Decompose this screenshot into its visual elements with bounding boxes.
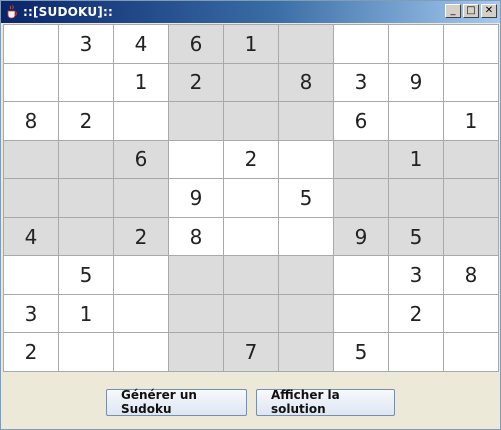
sudoku-cell[interactable]	[224, 63, 279, 103]
sudoku-cell[interactable]: 8	[169, 217, 224, 257]
sudoku-cell[interactable]	[224, 217, 279, 257]
sudoku-cell[interactable]	[169, 256, 224, 295]
sudoku-cell[interactable]	[389, 25, 444, 64]
sudoku-cell[interactable]	[279, 256, 334, 295]
sudoku-cell[interactable]: 5	[334, 333, 389, 372]
sudoku-cell[interactable]: 6	[334, 102, 389, 141]
sudoku-cell[interactable]	[444, 140, 499, 180]
sudoku-cell[interactable]: 1	[389, 140, 444, 180]
sudoku-cell[interactable]: 3	[389, 256, 444, 295]
sudoku-cell[interactable]	[169, 294, 224, 334]
sudoku-cell[interactable]: 7	[224, 333, 279, 372]
sudoku-cell[interactable]: 5	[59, 256, 114, 295]
sudoku-cell[interactable]	[4, 63, 59, 103]
sudoku-cell[interactable]: 9	[389, 63, 444, 103]
sudoku-cell[interactable]	[444, 25, 499, 64]
sudoku-cell[interactable]: 9	[334, 217, 389, 257]
sudoku-cell[interactable]	[114, 256, 169, 295]
sudoku-cell[interactable]	[389, 102, 444, 141]
sudoku-cell[interactable]	[4, 256, 59, 295]
title-bar[interactable]: ::[SUDOKU]:: _ □ ✕	[1, 1, 500, 23]
window-controls: _ □ ✕	[445, 4, 497, 18]
sudoku-cell[interactable]	[279, 333, 334, 372]
sudoku-cell[interactable]	[334, 179, 389, 218]
sudoku-cell[interactable]	[169, 140, 224, 180]
sudoku-cell[interactable]: 5	[389, 217, 444, 257]
sudoku-cell[interactable]: 5	[279, 179, 334, 218]
sudoku-cell[interactable]: 3	[59, 25, 114, 64]
sudoku-cell[interactable]	[444, 179, 499, 218]
sudoku-cell[interactable]: 2	[4, 333, 59, 372]
sudoku-cell[interactable]: 3	[4, 294, 59, 334]
sudoku-cell[interactable]: 6	[169, 25, 224, 64]
minimize-button[interactable]: _	[445, 4, 461, 18]
sudoku-cell[interactable]	[169, 102, 224, 141]
sudoku-cell[interactable]	[59, 63, 114, 103]
sudoku-cell[interactable]	[444, 294, 499, 334]
show-solution-button[interactable]: Afficher la solution	[256, 388, 395, 416]
sudoku-cell[interactable]	[224, 179, 279, 218]
sudoku-cell[interactable]: 2	[114, 217, 169, 257]
sudoku-cell[interactable]: 8	[279, 63, 334, 103]
sudoku-cell[interactable]	[444, 217, 499, 257]
sudoku-cell[interactable]: 2	[169, 63, 224, 103]
close-button[interactable]: ✕	[481, 4, 497, 18]
sudoku-cell[interactable]	[334, 256, 389, 295]
sudoku-cell[interactable]	[334, 25, 389, 64]
sudoku-cell[interactable]	[4, 179, 59, 218]
sudoku-cell[interactable]	[444, 63, 499, 103]
sudoku-cell[interactable]	[114, 333, 169, 372]
sudoku-cell[interactable]: 6	[114, 140, 169, 180]
sudoku-cell[interactable]	[279, 102, 334, 141]
java-cup-icon	[5, 5, 19, 19]
sudoku-cell[interactable]	[334, 294, 389, 334]
sudoku-cell[interactable]	[4, 25, 59, 64]
sudoku-cell[interactable]	[279, 140, 334, 180]
sudoku-cell[interactable]	[114, 102, 169, 141]
sudoku-window: ::[SUDOKU]:: _ □ ✕ 346112839826162195428…	[0, 0, 501, 430]
sudoku-cell[interactable]	[444, 333, 499, 372]
sudoku-cell[interactable]	[279, 217, 334, 257]
sudoku-cell[interactable]	[59, 333, 114, 372]
sudoku-cell[interactable]	[59, 217, 114, 257]
sudoku-cell[interactable]: 9	[169, 179, 224, 218]
sudoku-cell[interactable]	[114, 294, 169, 334]
sudoku-cell[interactable]: 3	[334, 63, 389, 103]
sudoku-cell[interactable]: 8	[444, 256, 499, 295]
sudoku-cell[interactable]	[169, 333, 224, 372]
sudoku-cell[interactable]	[224, 102, 279, 141]
sudoku-cell[interactable]	[279, 294, 334, 334]
sudoku-cell[interactable]: 2	[389, 294, 444, 334]
sudoku-cell[interactable]: 1	[224, 25, 279, 64]
sudoku-grid: 34611283982616219542895538312275	[3, 24, 499, 372]
sudoku-cell[interactable]: 1	[444, 102, 499, 141]
sudoku-cell[interactable]: 2	[59, 102, 114, 141]
sudoku-cell[interactable]	[224, 256, 279, 295]
sudoku-cell[interactable]: 4	[4, 217, 59, 257]
generate-sudoku-button[interactable]: Générer un Sudoku	[106, 388, 247, 416]
sudoku-cell[interactable]	[279, 25, 334, 64]
sudoku-cell[interactable]	[334, 140, 389, 180]
sudoku-cell[interactable]	[59, 179, 114, 218]
sudoku-cell[interactable]	[224, 294, 279, 334]
sudoku-cell[interactable]: 1	[114, 63, 169, 103]
sudoku-cell[interactable]: 8	[4, 102, 59, 141]
button-bar: Générer un Sudoku Afficher la solution	[1, 373, 500, 429]
window-title: ::[SUDOKU]::	[23, 5, 113, 19]
maximize-button[interactable]: □	[463, 4, 479, 18]
sudoku-cell[interactable]: 1	[59, 294, 114, 334]
sudoku-cell[interactable]	[389, 179, 444, 218]
sudoku-cell[interactable]: 4	[114, 25, 169, 64]
sudoku-cell[interactable]	[59, 140, 114, 180]
sudoku-cell[interactable]	[4, 140, 59, 180]
sudoku-cell[interactable]	[114, 179, 169, 218]
sudoku-cell[interactable]	[389, 333, 444, 372]
sudoku-cell[interactable]: 2	[224, 140, 279, 180]
